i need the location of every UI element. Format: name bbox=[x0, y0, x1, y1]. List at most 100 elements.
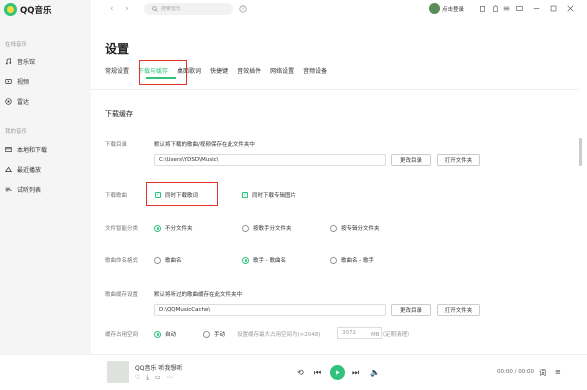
sidebar: QQ音乐 在线音乐 音乐馆 视频 雷达 我的音乐 本地和下载 最近播放 试听列表 bbox=[0, 0, 91, 354]
maximize-icon[interactable] bbox=[549, 4, 558, 13]
radio-icon[interactable] bbox=[330, 256, 337, 264]
tab-network[interactable]: 网络设置 bbox=[270, 66, 294, 75]
highlight-box-tab bbox=[139, 60, 187, 85]
cache-dir-path[interactable]: D:\QQMusicCache\ bbox=[154, 304, 386, 316]
naming-song-option[interactable]: 歌曲名 bbox=[154, 256, 182, 264]
sidebar-item-label: 视频 bbox=[17, 79, 30, 86]
like-icon[interactable]: ♡ bbox=[135, 374, 140, 382]
search-icon bbox=[152, 6, 158, 12]
download-change-dir-button[interactable]: 更改目录 bbox=[391, 154, 431, 166]
minimize-icon[interactable] bbox=[532, 4, 541, 13]
loop-mode-icon[interactable]: ⟲ bbox=[297, 368, 304, 377]
sidebar-item-label: 试听列表 bbox=[17, 187, 42, 194]
tab-general[interactable]: 常规设置 bbox=[105, 66, 129, 75]
close-icon[interactable] bbox=[566, 4, 575, 13]
page-title: 设置 bbox=[105, 42, 130, 56]
app-logo[interactable]: QQ音乐 bbox=[4, 3, 51, 16]
classify-none-option[interactable]: 不分文件夹 bbox=[154, 224, 193, 232]
cache-manual-label: 手动 bbox=[214, 332, 226, 338]
sidebar-item-trial-list[interactable]: 试听列表 bbox=[5, 185, 41, 194]
sidebar-item-radar[interactable]: 雷达 bbox=[5, 97, 29, 106]
sidebar-item-label: 音乐馆 bbox=[17, 59, 36, 66]
cache-space-label: 缓存占用空间 bbox=[105, 332, 139, 338]
smart-classify-label: 文件智能分类 bbox=[105, 226, 139, 232]
radio-icon[interactable] bbox=[203, 330, 210, 338]
playlist-icon[interactable]: ≡ bbox=[555, 368, 561, 376]
sidebar-item-video[interactable]: 视频 bbox=[5, 77, 29, 86]
forward-arrow-icon[interactable]: › bbox=[125, 4, 129, 14]
naming-artist-song-option[interactable]: 歌手 - 歌曲名 bbox=[242, 256, 286, 264]
app-name: QQ音乐 bbox=[20, 5, 52, 16]
cache-manual-option[interactable]: 手动 bbox=[203, 330, 225, 338]
cache-open-folder-button[interactable]: 打开文件夹 bbox=[437, 304, 480, 316]
settings-scrollbar[interactable] bbox=[579, 138, 582, 166]
back-arrow-icon[interactable]: ‹ bbox=[110, 4, 114, 14]
download-open-folder-button[interactable]: 打开文件夹 bbox=[437, 154, 480, 166]
download-icon[interactable]: ⤓ bbox=[146, 374, 149, 382]
sidebar-item-label: 本地和下载 bbox=[17, 147, 48, 154]
menu-icon[interactable] bbox=[502, 4, 511, 13]
classify-album-label: 按专辑分文件夹 bbox=[341, 226, 380, 232]
login-link[interactable]: 点击登录 bbox=[442, 5, 464, 13]
volume-icon[interactable]: 🔈 bbox=[370, 368, 380, 377]
section-title: 下载缓存 bbox=[105, 110, 133, 118]
classify-album-option[interactable]: 按专辑分文件夹 bbox=[330, 224, 380, 232]
radio-selected-icon[interactable] bbox=[154, 330, 161, 338]
radio-icon[interactable] bbox=[330, 224, 337, 232]
song-actions: ♡ ⤓ ▭ ⋯ bbox=[135, 374, 173, 382]
qq-music-logo-icon bbox=[4, 3, 17, 16]
sidebar-section-mine: 我的音乐 bbox=[5, 129, 28, 135]
play-icon bbox=[336, 370, 340, 375]
search-box[interactable] bbox=[144, 3, 233, 15]
sidebar-item-label: 最近播放 bbox=[17, 167, 42, 174]
search-input[interactable] bbox=[161, 6, 221, 12]
vip-icon[interactable] bbox=[478, 4, 487, 13]
radio-selected-icon[interactable] bbox=[242, 256, 249, 264]
skin-icon[interactable] bbox=[491, 4, 500, 13]
tab-audio-device[interactable]: 音频设备 bbox=[303, 66, 327, 75]
download-dir-label: 下载目录 bbox=[105, 142, 128, 148]
playback-time: 00:00 / 00:00 bbox=[497, 369, 535, 375]
cache-max-hint: 设置缓存最大占用空间为(>2048) bbox=[237, 332, 321, 338]
cache-change-dir-button[interactable]: 更改目录 bbox=[391, 304, 431, 316]
mini-mode-icon[interactable] bbox=[515, 4, 524, 13]
naming-song-label: 歌曲名 bbox=[165, 258, 182, 264]
download-album-art-label: 同时下载专辑图片 bbox=[252, 193, 297, 199]
cache-auto-option[interactable]: 自动 bbox=[154, 330, 176, 338]
radio-icon[interactable] bbox=[242, 224, 249, 232]
sidebar-item-recent[interactable]: 最近播放 bbox=[5, 165, 41, 174]
download-dir-desc: 默认将下载的歌曲/视频保存在此文件夹中 bbox=[154, 142, 255, 148]
checkbox-checked-icon[interactable]: ✓ bbox=[242, 192, 248, 198]
tab-sound-effects[interactable]: 音效插件 bbox=[237, 66, 261, 75]
cache-unit: MB（定期清理） bbox=[371, 332, 413, 338]
download-album-art-option[interactable]: ✓ 同时下载专辑图片 bbox=[242, 191, 296, 199]
cache-dir-desc: 默认将听过的歌曲缓存在此文件夹中 bbox=[154, 292, 243, 298]
download-folder-icon bbox=[5, 147, 12, 152]
radio-icon[interactable] bbox=[154, 256, 161, 264]
album-cover[interactable] bbox=[107, 361, 129, 383]
previous-icon[interactable]: ⏮ bbox=[314, 368, 321, 378]
classify-artist-label: 按歌手分文件夹 bbox=[253, 226, 292, 232]
download-dir-path[interactable]: C:\Users\YDSD\Music\ bbox=[154, 154, 386, 166]
top-bar: ‹ › 点击登录 bbox=[91, 0, 587, 20]
more-icon[interactable]: ⋯ bbox=[167, 374, 173, 382]
tab-shortcuts[interactable]: 快捷键 bbox=[210, 66, 228, 75]
highlight-box-lyrics bbox=[146, 182, 218, 206]
radar-icon bbox=[5, 98, 12, 105]
play-button[interactable] bbox=[330, 365, 345, 380]
radio-selected-icon[interactable] bbox=[154, 224, 161, 232]
comment-icon[interactable]: ▭ bbox=[155, 374, 161, 382]
classify-artist-option[interactable]: 按歌手分文件夹 bbox=[242, 224, 292, 232]
now-playing-title: QQ音乐 听我想听 bbox=[135, 365, 183, 372]
lyrics-toggle-icon[interactable]: 词 bbox=[539, 368, 546, 378]
naming-song-artist-option[interactable]: 歌曲名 - 歌手 bbox=[330, 256, 374, 264]
download-song-label: 下载歌曲 bbox=[105, 193, 128, 199]
voice-search-icon[interactable] bbox=[238, 4, 247, 13]
cache-settings-label: 歌曲缓存设置 bbox=[105, 292, 139, 298]
tab-divider bbox=[91, 89, 579, 90]
next-icon[interactable]: ⏭ bbox=[352, 368, 359, 378]
avatar[interactable] bbox=[429, 3, 440, 14]
cache-auto-label: 自动 bbox=[165, 332, 177, 338]
sidebar-item-music-hall[interactable]: 音乐馆 bbox=[5, 57, 35, 66]
sidebar-item-local-download[interactable]: 本地和下载 bbox=[5, 145, 47, 154]
